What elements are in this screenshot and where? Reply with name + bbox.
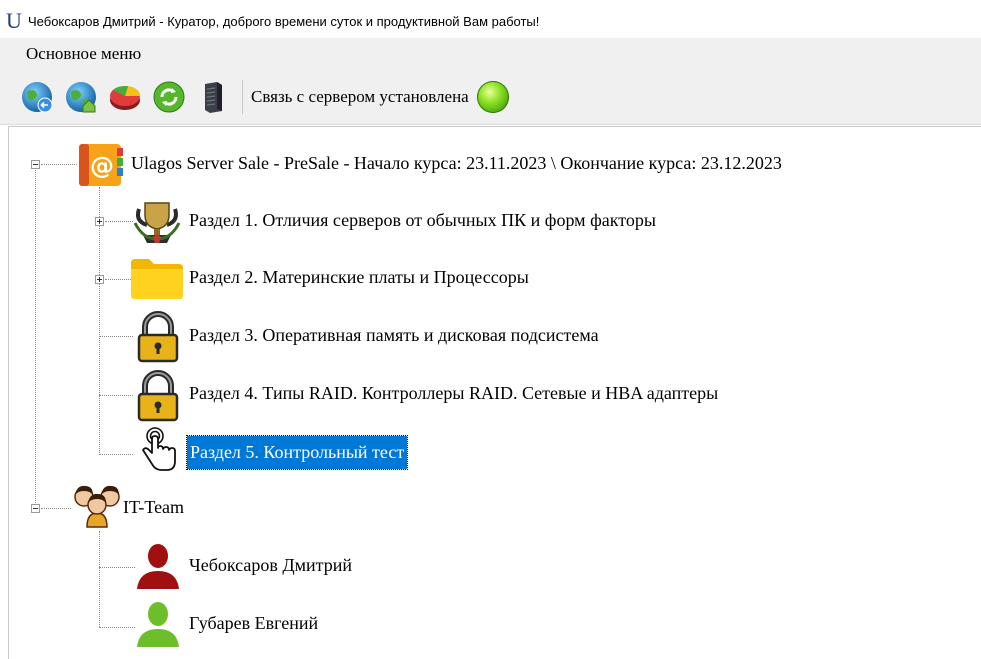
menu-bar: Основное меню bbox=[0, 38, 981, 70]
tree-line bbox=[35, 165, 36, 509]
user-red-icon bbox=[135, 541, 181, 596]
section-1-label: Раздел 1. Отличия серверов от обычных ПК… bbox=[189, 210, 656, 230]
course-collapse-toggle[interactable] bbox=[31, 160, 40, 169]
tree-node-section-2[interactable]: Раздел 2. Материнские платы и Процессоры bbox=[189, 267, 529, 288]
globe-back-icon[interactable] bbox=[20, 80, 54, 114]
tree-node-section-4[interactable]: Раздел 4. Типы RAID. Контроллеры RAID. С… bbox=[189, 383, 718, 404]
title-bar: U Чебоксаров Дмитрий - Куратор, доброго … bbox=[0, 8, 981, 34]
team-label: IT-Team bbox=[123, 497, 185, 517]
section-1-expand-toggle[interactable] bbox=[95, 217, 104, 226]
svg-text:@: @ bbox=[90, 152, 114, 180]
course-title: Ulagos Server Sale - PreSale - Начало ку… bbox=[131, 153, 782, 173]
folder-icon bbox=[129, 255, 185, 304]
member-1-name: Чебоксаров Дмитрий bbox=[189, 555, 352, 575]
tree-line bbox=[99, 395, 133, 396]
tree-line bbox=[99, 336, 133, 337]
lock-icon bbox=[135, 370, 181, 427]
section-2-label: Раздел 2. Материнские платы и Процессоры bbox=[189, 267, 529, 287]
server-icon[interactable] bbox=[196, 80, 230, 114]
tree-node-team[interactable]: IT-Team bbox=[123, 497, 184, 518]
tree-node-member-1[interactable]: Чебоксаров Дмитрий bbox=[189, 555, 352, 576]
app-icon: U bbox=[6, 8, 22, 33]
hand-pointer-icon bbox=[135, 425, 181, 482]
pie-chart-icon[interactable] bbox=[108, 80, 142, 114]
menu-main[interactable]: Основное меню bbox=[0, 44, 141, 64]
tree-node-member-2[interactable]: Губарев Евгений bbox=[189, 613, 318, 634]
user-green-icon bbox=[135, 599, 181, 654]
top-strip bbox=[0, 0, 981, 8]
tree-node-section-1[interactable]: Раздел 1. Отличия серверов от обычных ПК… bbox=[189, 210, 656, 231]
tree-line bbox=[99, 454, 133, 455]
section-3-label: Раздел 3. Оперативная память и дисковая … bbox=[189, 325, 599, 345]
connection-status-indicator bbox=[476, 81, 509, 113]
toolbar: Связь с сервером установлена bbox=[0, 70, 981, 125]
tree-line bbox=[105, 221, 133, 222]
tree-node-section-3[interactable]: Раздел 3. Оперативная память и дисковая … bbox=[189, 325, 599, 346]
window-title: Чебоксаров Дмитрий - Куратор, доброго вр… bbox=[28, 13, 540, 29]
tree-line bbox=[41, 508, 71, 509]
team-collapse-toggle[interactable] bbox=[31, 504, 40, 513]
tree-line bbox=[105, 279, 131, 280]
address-book-icon: @ bbox=[77, 142, 125, 193]
tree-line bbox=[99, 567, 135, 568]
lock-icon bbox=[135, 311, 181, 368]
tree-line bbox=[99, 627, 135, 628]
section-2-expand-toggle[interactable] bbox=[95, 275, 104, 284]
tree-line bbox=[99, 187, 100, 455]
course-tree[interactable]: @ Ulagos Server Sale - PreSale - Начало … bbox=[8, 126, 981, 659]
refresh-icon[interactable] bbox=[152, 80, 186, 114]
toolbar-separator bbox=[242, 80, 243, 114]
group-icon bbox=[69, 483, 125, 534]
tree-node-section-5[interactable]: Раздел 5. Контрольный тест bbox=[185, 435, 409, 470]
member-2-name: Губарев Евгений bbox=[189, 613, 319, 633]
section-4-label: Раздел 4. Типы RAID. Контроллеры RAID. С… bbox=[189, 383, 719, 403]
tree-line bbox=[99, 531, 100, 627]
section-5-label: Раздел 5. Контрольный тест bbox=[185, 435, 409, 470]
tree-line bbox=[41, 164, 77, 165]
globe-home-icon[interactable] bbox=[64, 80, 98, 114]
connection-status-text: Связь с сервером установлена bbox=[251, 87, 469, 106]
trophy-icon bbox=[133, 199, 181, 250]
tree-node-course[interactable]: Ulagos Server Sale - PreSale - Начало ку… bbox=[131, 153, 782, 174]
